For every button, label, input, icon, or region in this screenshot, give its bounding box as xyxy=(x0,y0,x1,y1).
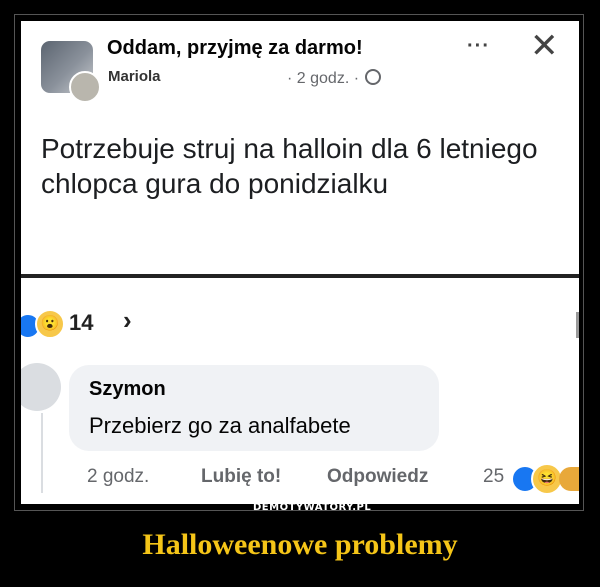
group-avatar-stack[interactable] xyxy=(41,41,101,103)
commenter-avatar[interactable] xyxy=(21,363,61,411)
reaction-icon xyxy=(559,467,579,491)
comment-author[interactable]: Szymon xyxy=(89,378,166,401)
group-name[interactable]: Oddam, przyjmę za darmo! xyxy=(107,37,363,60)
more-options-button[interactable]: ··· xyxy=(467,35,490,58)
close-button[interactable]: ✕ xyxy=(530,29,559,63)
user-avatar[interactable] xyxy=(69,71,101,103)
globe-icon xyxy=(365,69,382,85)
reaction-count[interactable]: 14 xyxy=(69,310,93,336)
thread-line xyxy=(41,413,43,493)
chevron-right-icon[interactable]: › xyxy=(123,305,132,336)
like-button[interactable]: Lubię to! xyxy=(201,466,281,488)
post-text: Potrzebuje struj na halloin dla 6 letnie… xyxy=(41,133,538,199)
reply-button[interactable]: Odpowiedz xyxy=(327,466,428,488)
post-meta: · 2 godz. · xyxy=(287,69,382,88)
scroll-edge xyxy=(576,312,579,338)
divider xyxy=(21,274,579,278)
watermark: DEMOTYWATORY.PL xyxy=(253,502,372,513)
comment-time[interactable]: 2 godz. xyxy=(87,466,149,488)
post-author[interactable]: Mariola xyxy=(108,68,161,85)
comment-text: Przebierz go za analfabete xyxy=(89,413,351,438)
caption: Halloweenowe problemy xyxy=(142,528,458,561)
comment-reaction-count[interactable]: 25 xyxy=(483,466,504,488)
facebook-post-card: Oddam, przyjmę za darmo! Mariola · 2 god… xyxy=(21,21,579,504)
post-time[interactable]: · 2 godz. · xyxy=(287,70,359,87)
wow-icon: 😮 xyxy=(35,309,65,339)
